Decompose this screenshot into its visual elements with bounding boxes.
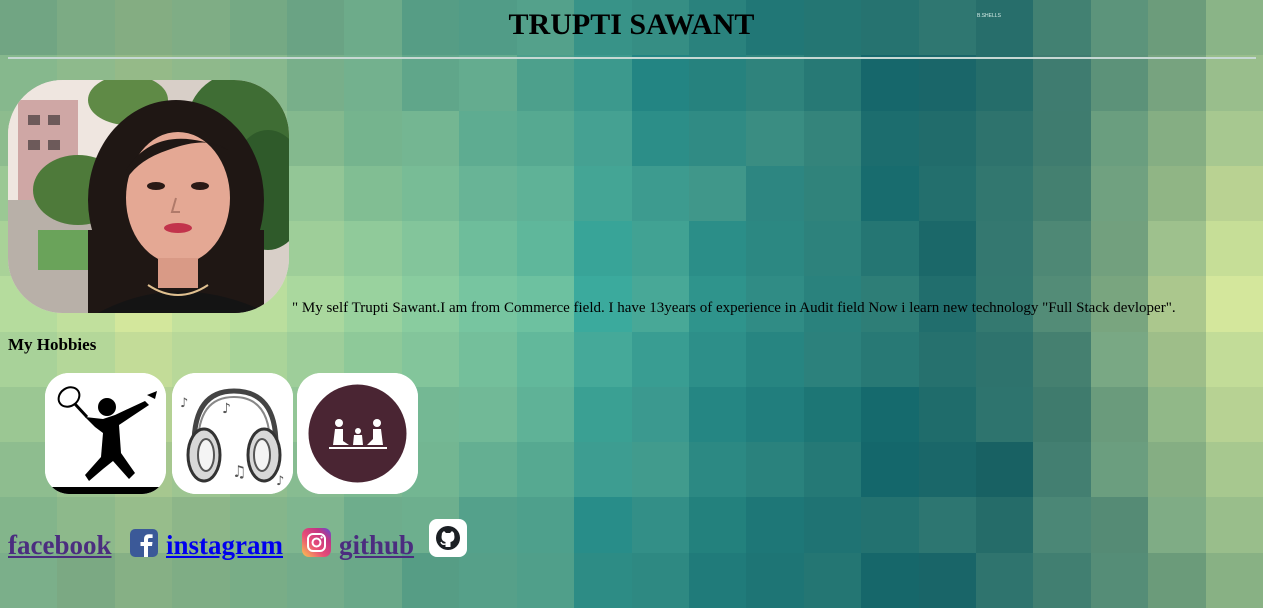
github-link[interactable]: github — [339, 530, 414, 561]
facebook-link[interactable]: facebook — [8, 530, 112, 561]
hobbies-heading: My Hobbies — [8, 335, 97, 354]
instagram-link[interactable]: instagram — [166, 530, 283, 561]
badminton-icon — [45, 373, 166, 494]
hobby-music: ♪ ♫ ♪ ♪ — [172, 373, 293, 494]
facebook-icon[interactable] — [130, 529, 158, 557]
hobby-badminton — [45, 373, 166, 494]
bio-text: " My self Trupti Sawant.I am from Commer… — [292, 300, 1176, 316]
header-tiny-text: B.SHELLS — [977, 13, 1001, 19]
hobby-family — [297, 373, 418, 494]
svg-text:♪: ♪ — [222, 401, 231, 417]
family-icon — [297, 373, 418, 494]
github-icon[interactable] — [429, 519, 467, 557]
instagram-icon[interactable] — [302, 528, 331, 557]
svg-text:♪: ♪ — [180, 396, 188, 411]
header-divider — [8, 57, 1256, 59]
page-title: TRUPTI SAWANT — [508, 8, 755, 41]
page-content: TRUPTI SAWANT B.SHELLS " My self Trupti … — [0, 0, 1263, 608]
profile-photo — [8, 80, 289, 313]
profile-photo-graphic — [8, 80, 289, 313]
headphones-icon: ♪ ♫ ♪ ♪ — [172, 373, 293, 494]
svg-text:♫: ♫ — [232, 462, 246, 481]
svg-text:♪: ♪ — [276, 474, 284, 489]
